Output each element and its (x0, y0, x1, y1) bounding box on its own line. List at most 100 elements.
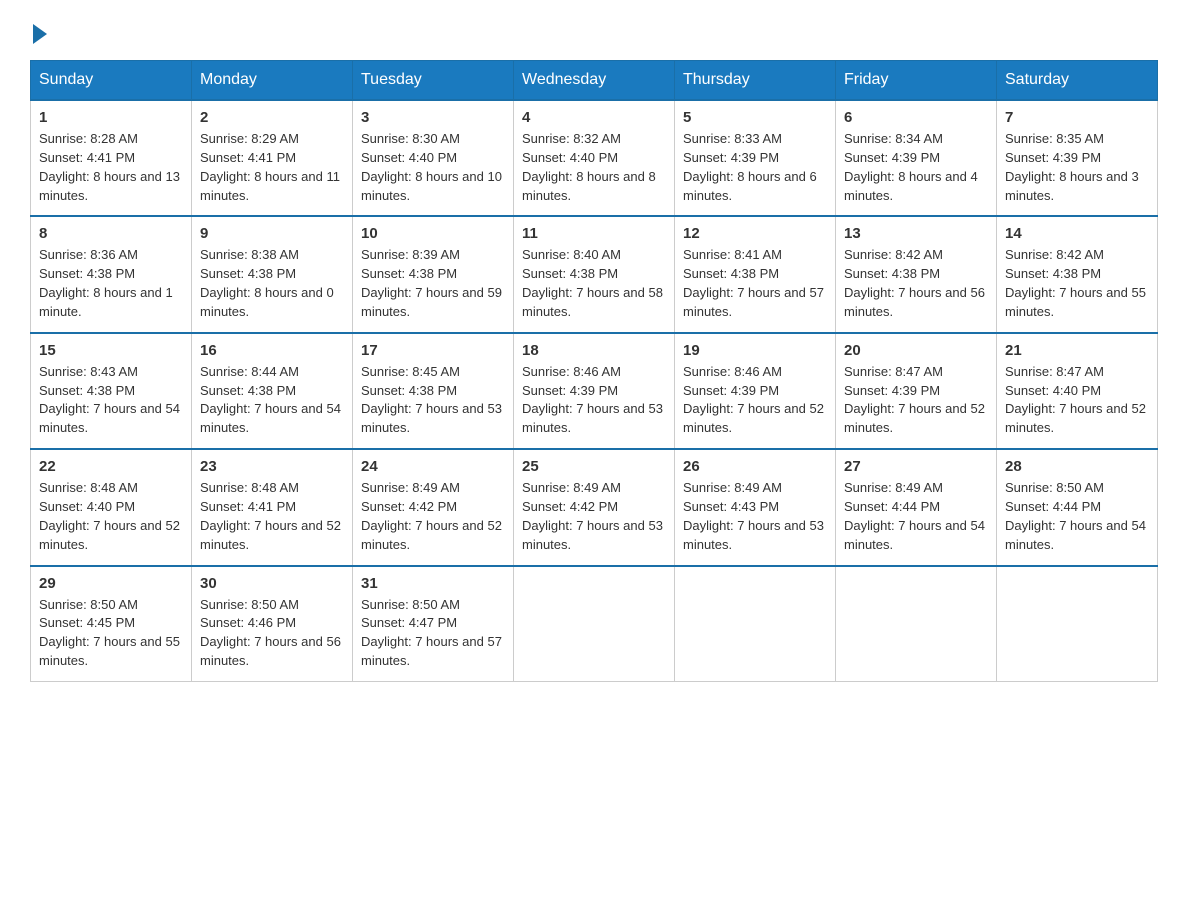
day-info: Sunrise: 8:42 AM Sunset: 4:38 PM Dayligh… (1005, 246, 1149, 321)
calendar-week-row-1: 1 Sunrise: 8:28 AM Sunset: 4:41 PM Dayli… (31, 100, 1158, 216)
day-info: Sunrise: 8:32 AM Sunset: 4:40 PM Dayligh… (522, 130, 666, 205)
day-info: Sunrise: 8:35 AM Sunset: 4:39 PM Dayligh… (1005, 130, 1149, 205)
day-number: 9 (200, 225, 344, 242)
calendar-cell: 2 Sunrise: 8:29 AM Sunset: 4:41 PM Dayli… (192, 100, 353, 216)
day-info: Sunrise: 8:50 AM Sunset: 4:46 PM Dayligh… (200, 596, 344, 671)
calendar-cell (836, 566, 997, 682)
day-number: 28 (1005, 458, 1149, 475)
day-info: Sunrise: 8:34 AM Sunset: 4:39 PM Dayligh… (844, 130, 988, 205)
day-info: Sunrise: 8:45 AM Sunset: 4:38 PM Dayligh… (361, 363, 505, 438)
calendar-cell: 16 Sunrise: 8:44 AM Sunset: 4:38 PM Dayl… (192, 333, 353, 449)
day-number: 21 (1005, 342, 1149, 359)
day-info: Sunrise: 8:48 AM Sunset: 4:41 PM Dayligh… (200, 479, 344, 554)
day-info: Sunrise: 8:33 AM Sunset: 4:39 PM Dayligh… (683, 130, 827, 205)
day-info: Sunrise: 8:43 AM Sunset: 4:38 PM Dayligh… (39, 363, 183, 438)
calendar-cell: 3 Sunrise: 8:30 AM Sunset: 4:40 PM Dayli… (353, 100, 514, 216)
day-info: Sunrise: 8:49 AM Sunset: 4:43 PM Dayligh… (683, 479, 827, 554)
calendar-cell: 21 Sunrise: 8:47 AM Sunset: 4:40 PM Dayl… (997, 333, 1158, 449)
day-number: 30 (200, 575, 344, 592)
calendar-week-row-4: 22 Sunrise: 8:48 AM Sunset: 4:40 PM Dayl… (31, 449, 1158, 565)
day-info: Sunrise: 8:41 AM Sunset: 4:38 PM Dayligh… (683, 246, 827, 321)
day-number: 10 (361, 225, 505, 242)
day-info: Sunrise: 8:46 AM Sunset: 4:39 PM Dayligh… (522, 363, 666, 438)
day-number: 5 (683, 109, 827, 126)
day-number: 6 (844, 109, 988, 126)
calendar-week-row-2: 8 Sunrise: 8:36 AM Sunset: 4:38 PM Dayli… (31, 216, 1158, 332)
calendar-cell: 5 Sunrise: 8:33 AM Sunset: 4:39 PM Dayli… (675, 100, 836, 216)
calendar-cell: 17 Sunrise: 8:45 AM Sunset: 4:38 PM Dayl… (353, 333, 514, 449)
calendar-cell: 23 Sunrise: 8:48 AM Sunset: 4:41 PM Dayl… (192, 449, 353, 565)
day-number: 19 (683, 342, 827, 359)
calendar-cell: 22 Sunrise: 8:48 AM Sunset: 4:40 PM Dayl… (31, 449, 192, 565)
day-info: Sunrise: 8:49 AM Sunset: 4:42 PM Dayligh… (361, 479, 505, 554)
logo-arrow-icon (33, 24, 47, 44)
calendar-cell: 25 Sunrise: 8:49 AM Sunset: 4:42 PM Dayl… (514, 449, 675, 565)
day-info: Sunrise: 8:44 AM Sunset: 4:38 PM Dayligh… (200, 363, 344, 438)
day-number: 13 (844, 225, 988, 242)
calendar-header-saturday: Saturday (997, 61, 1158, 101)
calendar-header-wednesday: Wednesday (514, 61, 675, 101)
calendar-cell: 27 Sunrise: 8:49 AM Sunset: 4:44 PM Dayl… (836, 449, 997, 565)
day-number: 18 (522, 342, 666, 359)
calendar-header-friday: Friday (836, 61, 997, 101)
day-number: 17 (361, 342, 505, 359)
day-info: Sunrise: 8:50 AM Sunset: 4:44 PM Dayligh… (1005, 479, 1149, 554)
calendar-cell: 18 Sunrise: 8:46 AM Sunset: 4:39 PM Dayl… (514, 333, 675, 449)
calendar-cell: 19 Sunrise: 8:46 AM Sunset: 4:39 PM Dayl… (675, 333, 836, 449)
day-number: 22 (39, 458, 183, 475)
calendar-cell: 14 Sunrise: 8:42 AM Sunset: 4:38 PM Dayl… (997, 216, 1158, 332)
page-header (30, 20, 1158, 40)
calendar-cell: 1 Sunrise: 8:28 AM Sunset: 4:41 PM Dayli… (31, 100, 192, 216)
calendar-cell: 20 Sunrise: 8:47 AM Sunset: 4:39 PM Dayl… (836, 333, 997, 449)
day-number: 27 (844, 458, 988, 475)
day-info: Sunrise: 8:28 AM Sunset: 4:41 PM Dayligh… (39, 130, 183, 205)
day-info: Sunrise: 8:47 AM Sunset: 4:39 PM Dayligh… (844, 363, 988, 438)
calendar-cell: 10 Sunrise: 8:39 AM Sunset: 4:38 PM Dayl… (353, 216, 514, 332)
day-info: Sunrise: 8:42 AM Sunset: 4:38 PM Dayligh… (844, 246, 988, 321)
day-number: 24 (361, 458, 505, 475)
calendar-cell (675, 566, 836, 682)
calendar-week-row-5: 29 Sunrise: 8:50 AM Sunset: 4:45 PM Dayl… (31, 566, 1158, 682)
day-info: Sunrise: 8:40 AM Sunset: 4:38 PM Dayligh… (522, 246, 666, 321)
day-number: 12 (683, 225, 827, 242)
calendar-cell: 28 Sunrise: 8:50 AM Sunset: 4:44 PM Dayl… (997, 449, 1158, 565)
day-number: 7 (1005, 109, 1149, 126)
calendar-cell: 11 Sunrise: 8:40 AM Sunset: 4:38 PM Dayl… (514, 216, 675, 332)
day-info: Sunrise: 8:49 AM Sunset: 4:42 PM Dayligh… (522, 479, 666, 554)
day-info: Sunrise: 8:50 AM Sunset: 4:45 PM Dayligh… (39, 596, 183, 671)
calendar-cell (997, 566, 1158, 682)
calendar-week-row-3: 15 Sunrise: 8:43 AM Sunset: 4:38 PM Dayl… (31, 333, 1158, 449)
day-info: Sunrise: 8:30 AM Sunset: 4:40 PM Dayligh… (361, 130, 505, 205)
day-number: 23 (200, 458, 344, 475)
calendar-cell: 12 Sunrise: 8:41 AM Sunset: 4:38 PM Dayl… (675, 216, 836, 332)
calendar-cell: 9 Sunrise: 8:38 AM Sunset: 4:38 PM Dayli… (192, 216, 353, 332)
calendar-header-row: SundayMondayTuesdayWednesdayThursdayFrid… (31, 61, 1158, 101)
day-info: Sunrise: 8:29 AM Sunset: 4:41 PM Dayligh… (200, 130, 344, 205)
day-number: 15 (39, 342, 183, 359)
day-info: Sunrise: 8:47 AM Sunset: 4:40 PM Dayligh… (1005, 363, 1149, 438)
calendar-header-tuesday: Tuesday (353, 61, 514, 101)
calendar-cell: 26 Sunrise: 8:49 AM Sunset: 4:43 PM Dayl… (675, 449, 836, 565)
day-info: Sunrise: 8:49 AM Sunset: 4:44 PM Dayligh… (844, 479, 988, 554)
day-info: Sunrise: 8:38 AM Sunset: 4:38 PM Dayligh… (200, 246, 344, 321)
day-number: 26 (683, 458, 827, 475)
calendar-cell: 13 Sunrise: 8:42 AM Sunset: 4:38 PM Dayl… (836, 216, 997, 332)
day-info: Sunrise: 8:39 AM Sunset: 4:38 PM Dayligh… (361, 246, 505, 321)
day-number: 11 (522, 225, 666, 242)
day-info: Sunrise: 8:48 AM Sunset: 4:40 PM Dayligh… (39, 479, 183, 554)
day-number: 8 (39, 225, 183, 242)
calendar-cell: 8 Sunrise: 8:36 AM Sunset: 4:38 PM Dayli… (31, 216, 192, 332)
calendar-header-thursday: Thursday (675, 61, 836, 101)
logo (30, 20, 47, 40)
day-number: 31 (361, 575, 505, 592)
calendar-cell: 24 Sunrise: 8:49 AM Sunset: 4:42 PM Dayl… (353, 449, 514, 565)
day-number: 2 (200, 109, 344, 126)
calendar-header-monday: Monday (192, 61, 353, 101)
calendar-cell: 15 Sunrise: 8:43 AM Sunset: 4:38 PM Dayl… (31, 333, 192, 449)
day-number: 3 (361, 109, 505, 126)
calendar-table: SundayMondayTuesdayWednesdayThursdayFrid… (30, 60, 1158, 682)
day-number: 1 (39, 109, 183, 126)
day-number: 14 (1005, 225, 1149, 242)
day-info: Sunrise: 8:36 AM Sunset: 4:38 PM Dayligh… (39, 246, 183, 321)
day-number: 16 (200, 342, 344, 359)
